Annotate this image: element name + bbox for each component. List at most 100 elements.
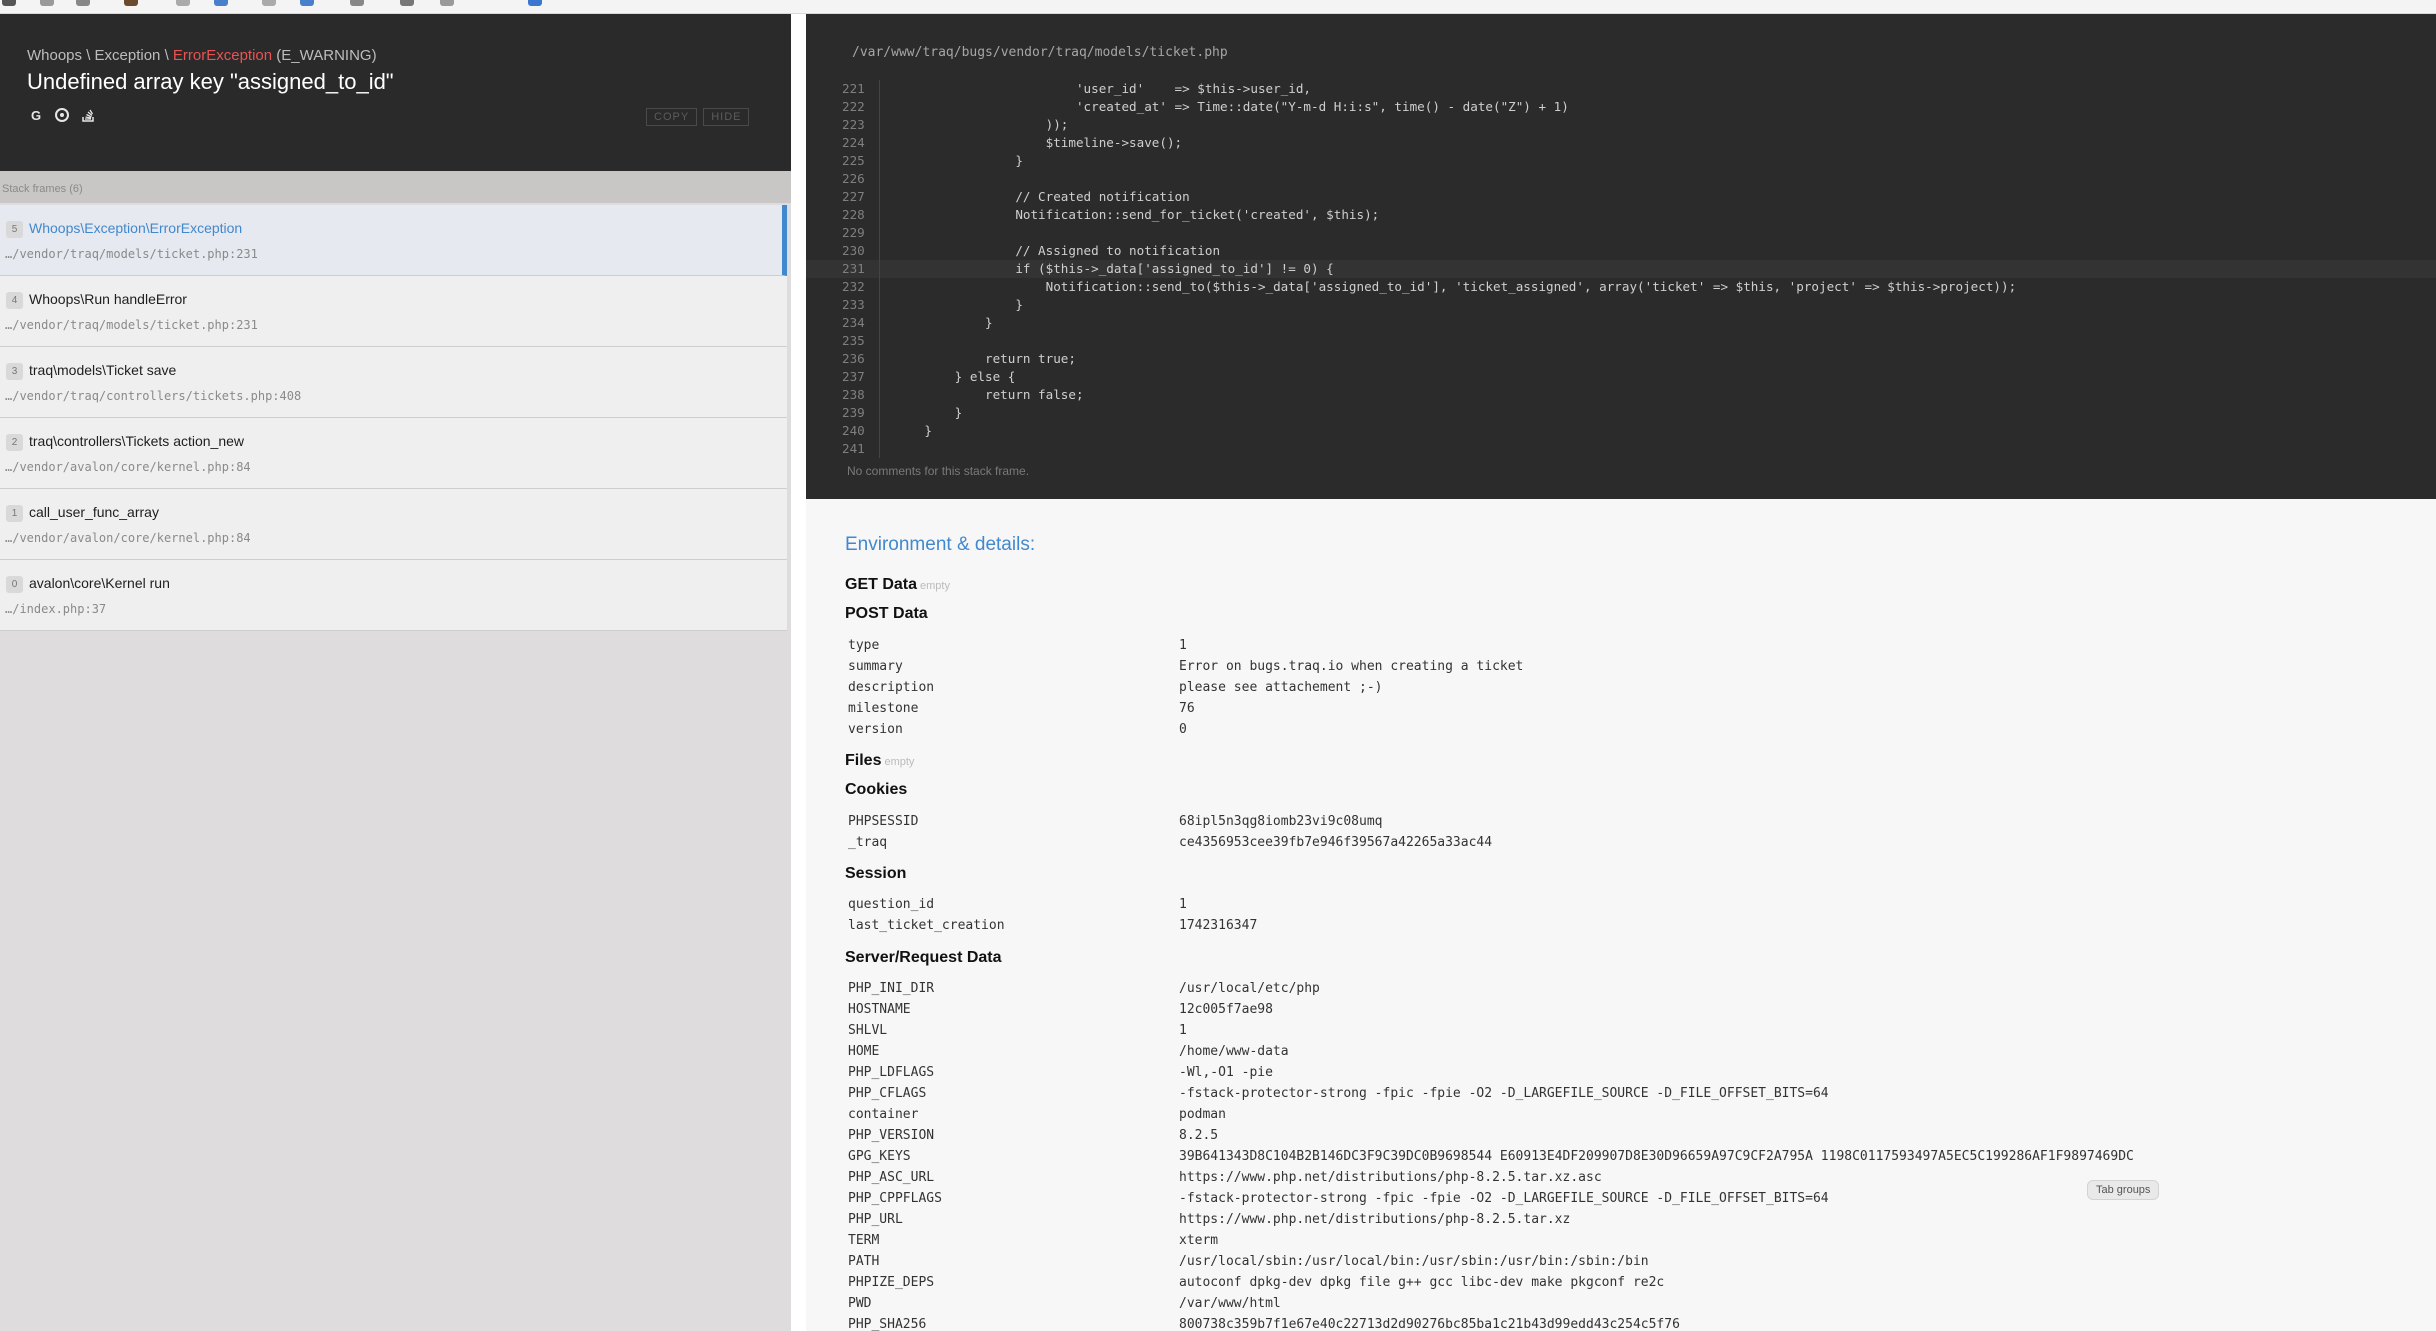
line-number: 227 [842,188,880,206]
stack-frame[interactable]: 5 Whoops\Exception\ErrorException …/vend… [0,205,787,276]
row-key: PWD [848,1296,872,1311]
row-key: TERM [848,1233,880,1248]
row-value: /usr/local/sbin:/usr/local/bin:/usr/sbin… [1179,1254,1649,1269]
code-line: 232 Notification::send_to($this->_data['… [806,278,2436,296]
line-number: 226 [842,170,880,188]
code-text: $timeline->save(); [894,135,1183,150]
tab-groups-tooltip: Tab groups [2087,1180,2160,1200]
frame-class: Whoops\Exception\ErrorException [29,220,243,236]
section-title: Files [845,752,882,769]
line-number: 239 [842,404,880,422]
exception-class-name: ErrorException [172,47,273,64]
code-text: } [894,315,993,330]
frame-index: 1 [6,505,23,522]
line-number: 237 [842,368,880,386]
row-key: last_ticket_creation [848,918,1005,933]
row-key: PHPSESSID [848,814,919,829]
frame-file: …/vendor/traq/controllers/tickets.php:40… [5,389,302,403]
row-value: podman [1179,1107,1226,1122]
frame-file: …/vendor/avalon/core/kernel.php:84 [5,460,251,474]
exception-header: Whoops \ Exception \ ErrorException (E_W… [0,14,791,171]
row-value: 1 [1179,638,1187,653]
exception-message: Undefined array key "assigned_to_id" [27,69,394,94]
row-value: /usr/local/etc/php [1179,981,1320,996]
toolbar-icon[interactable] [262,0,276,6]
toolbar-icon[interactable] [214,0,228,6]
line-number: 222 [842,98,880,116]
line-number: 238 [842,386,880,404]
row-key: PHPIZE_DEPS [848,1275,935,1290]
stack-frame[interactable]: 1 call_user_func_array …/vendor/avalon/c… [0,489,787,560]
stack-frame[interactable]: 3 traq\models\Ticket save …/vendor/traq/… [0,347,787,418]
row-key: container [848,1107,919,1122]
toolbar-icon[interactable] [176,0,190,6]
row-value: /home/www-data [1179,1044,1289,1059]
row-key: _traq [848,835,888,850]
toolbar-icon[interactable] [2,0,16,6]
stack-frame[interactable]: 4 Whoops\Run handleError …/vendor/traq/m… [0,276,787,347]
code-view: 221 'user_id' => $this->user_id, 222 'cre… [806,80,2436,458]
row-key: version [848,722,903,737]
row-key: PATH [848,1254,880,1269]
row-key: question_id [848,897,935,912]
code-line: 226 [806,170,2436,188]
frame-class: traq\controllers\Tickets action_new [29,433,245,449]
frame-class: Whoops\Run handleError [29,291,187,307]
row-value: 0 [1179,722,1187,737]
hide-button[interactable]: HIDE [703,108,750,126]
toolbar-icon[interactable] [76,0,90,6]
row-value: https://www.php.net/distributions/php-8.… [1179,1212,1571,1227]
code-line: 239 } [806,404,2436,422]
stack-overflow-icon[interactable] [79,106,97,124]
code-text: // Assigned to notification [894,243,1221,258]
line-number: 225 [842,152,880,170]
toolbar-icon[interactable] [300,0,314,6]
toolbar-icon[interactable] [40,0,54,6]
code-text: } [894,297,1023,312]
row-value: 12c005f7ae98 [1179,1002,1273,1017]
row-key: PHP_ASC_URL [848,1170,935,1185]
google-icon[interactable]: G [27,106,45,124]
frame-file: …/vendor/traq/models/ticket.php:231 [5,318,258,332]
cookies-heading: Cookies [845,781,908,798]
copy-button[interactable]: COPY [646,108,698,126]
row-value: https://www.php.net/distributions/php-8.… [1179,1170,1602,1185]
frame-file: …/vendor/traq/models/ticket.php:231 [5,247,258,261]
row-value: 800738c359b7f1e67e40c22713d2d90276bc85ba… [1179,1317,1680,1331]
search-links: G [27,106,97,124]
row-key: SHLVL [848,1023,888,1038]
code-line: 225 } [806,152,2436,170]
stack-frame[interactable]: 2 traq\controllers\Tickets action_new …/… [0,418,787,489]
toolbar-icon[interactable] [400,0,414,6]
code-line: 231 if ($this->_data['assigned_to_id'] !… [806,260,2436,278]
code-text: } else { [894,369,1016,384]
row-key: PHP_URL [848,1212,903,1227]
code-line: 241 [806,440,2436,458]
toolbar-icon[interactable] [440,0,454,6]
code-text: } [894,405,963,420]
code-line: 224 $timeline->save(); [806,134,2436,152]
line-number: 233 [842,296,880,314]
row-value: 39B641343D8C104B2B146DC3F9C39DC0B9698544… [1179,1149,2134,1164]
frame-file: …/vendor/avalon/core/kernel.php:84 [5,531,251,545]
stack-frame[interactable]: 0 avalon\core\Kernel run …/index.php:37 [0,560,787,631]
row-key: HOSTNAME [848,1002,911,1017]
header-buttons: COPY HIDE [646,108,750,126]
code-panel: /var/www/traq/bugs/vendor/traq/models/ti… [806,14,2436,499]
row-value: 1742316347 [1179,918,1258,933]
section-title: GET Data [845,576,918,593]
line-number: 236 [842,350,880,368]
code-text: } [894,423,932,438]
row-key: type [848,638,880,653]
toolbar-icon[interactable] [528,0,542,6]
post-data-heading: POST Data [845,605,928,622]
code-line: 221 'user_id' => $this->user_id, [806,80,2436,98]
toolbar-icon[interactable] [350,0,364,6]
row-value: Error on bugs.traq.io when creating a ti… [1179,659,1524,674]
line-number: 231 [842,260,880,278]
frame-class: call_user_func_array [29,504,159,520]
empty-label: empty [884,756,915,768]
line-number: 232 [842,278,880,296]
toolbar-icon[interactable] [124,0,138,6]
duckduckgo-icon[interactable] [53,106,71,124]
